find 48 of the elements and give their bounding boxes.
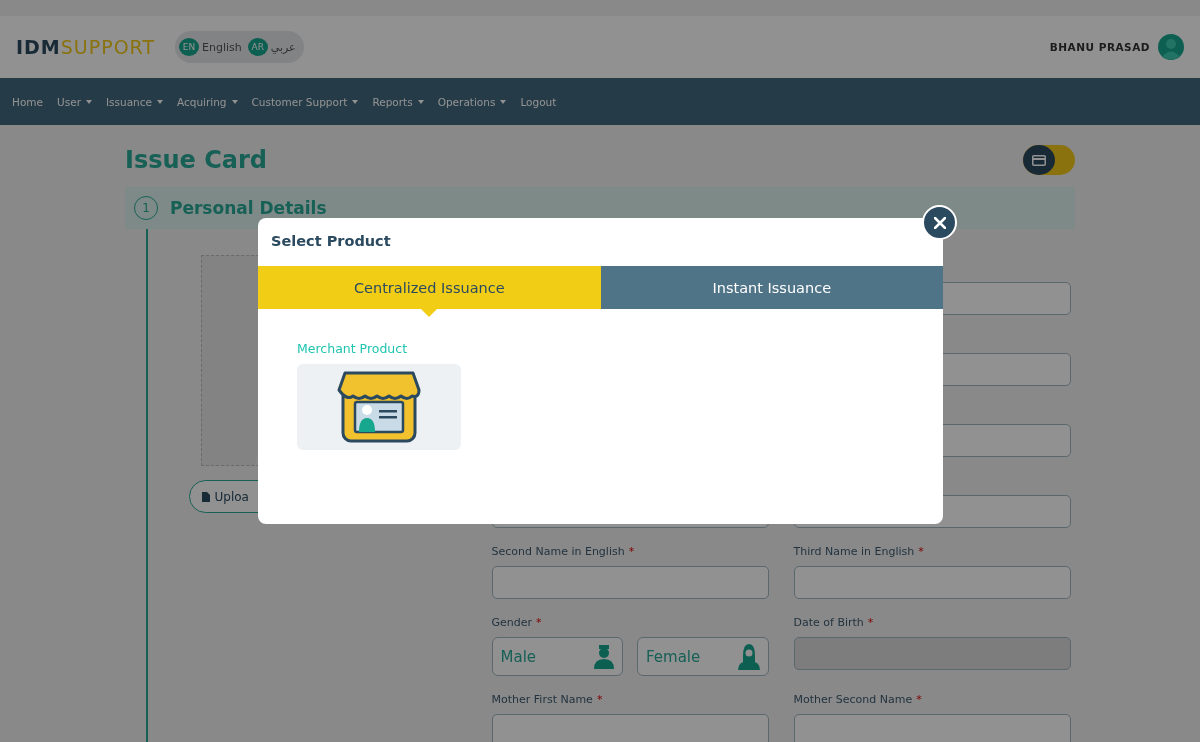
required-marker: *	[628, 544, 635, 560]
tab[interactable]: Instant Issuance	[600, 266, 943, 309]
required-marker: *	[918, 544, 924, 560]
page-title: Issue Card	[125, 146, 268, 174]
field-label: Gender	[491, 615, 533, 631]
dialog-title: Select Product	[271, 232, 391, 251]
section-title: Personal Details	[170, 198, 327, 218]
field-label: Mother Second Name	[793, 692, 913, 708]
woman-icon	[737, 643, 760, 670]
required-marker: *	[916, 692, 922, 708]
close-icon	[933, 216, 946, 229]
input-field[interactable]	[793, 714, 1071, 742]
product-label: Merchant Product	[297, 341, 409, 356]
language-label[interactable]: English	[202, 40, 242, 54]
language-label[interactable]: عربي	[270, 40, 296, 54]
nav-item[interactable]: Acquiring	[176, 95, 238, 108]
store-icon	[337, 370, 421, 444]
field-label: Third Name in English	[793, 544, 915, 560]
field-label: Second Name in English	[491, 544, 625, 560]
product-tile[interactable]	[297, 364, 461, 450]
nav-item[interactable]: Customer Support	[251, 95, 359, 108]
nav-item[interactable]: Logout	[520, 95, 557, 108]
avatar-icon[interactable]	[1158, 34, 1184, 60]
required-marker: *	[867, 615, 874, 631]
tab-pointer	[421, 309, 438, 317]
nav-item[interactable]: Home	[12, 95, 43, 108]
user-name[interactable]: BHANU PRASAD	[1049, 41, 1150, 53]
nav-item[interactable]: Operations	[437, 95, 507, 108]
field-label: Mother First Name	[491, 692, 593, 708]
file-icon	[201, 491, 210, 502]
gender-option[interactable]: Female	[637, 637, 769, 676]
card-toggle[interactable]	[1023, 145, 1075, 175]
nav-item[interactable]: Issuance	[105, 95, 163, 108]
card-icon	[1032, 154, 1046, 166]
nav-item[interactable]: Reports	[372, 95, 424, 108]
field-label: Date of Birth	[793, 615, 864, 631]
man-icon	[594, 644, 614, 669]
gender-option[interactable]: Male	[491, 637, 623, 676]
language-code-badge[interactable]: AR	[247, 38, 268, 56]
input-field[interactable]	[491, 714, 769, 742]
input-field[interactable]	[491, 566, 769, 599]
step-number: 1	[134, 196, 158, 220]
logo: IDM SUPPORT	[16, 36, 155, 58]
required-marker: *	[536, 615, 542, 631]
nav-item[interactable]: User	[57, 95, 92, 108]
language-code-badge[interactable]: EN	[179, 38, 199, 56]
input-field[interactable]	[793, 566, 1071, 599]
required-marker: *	[596, 692, 603, 708]
